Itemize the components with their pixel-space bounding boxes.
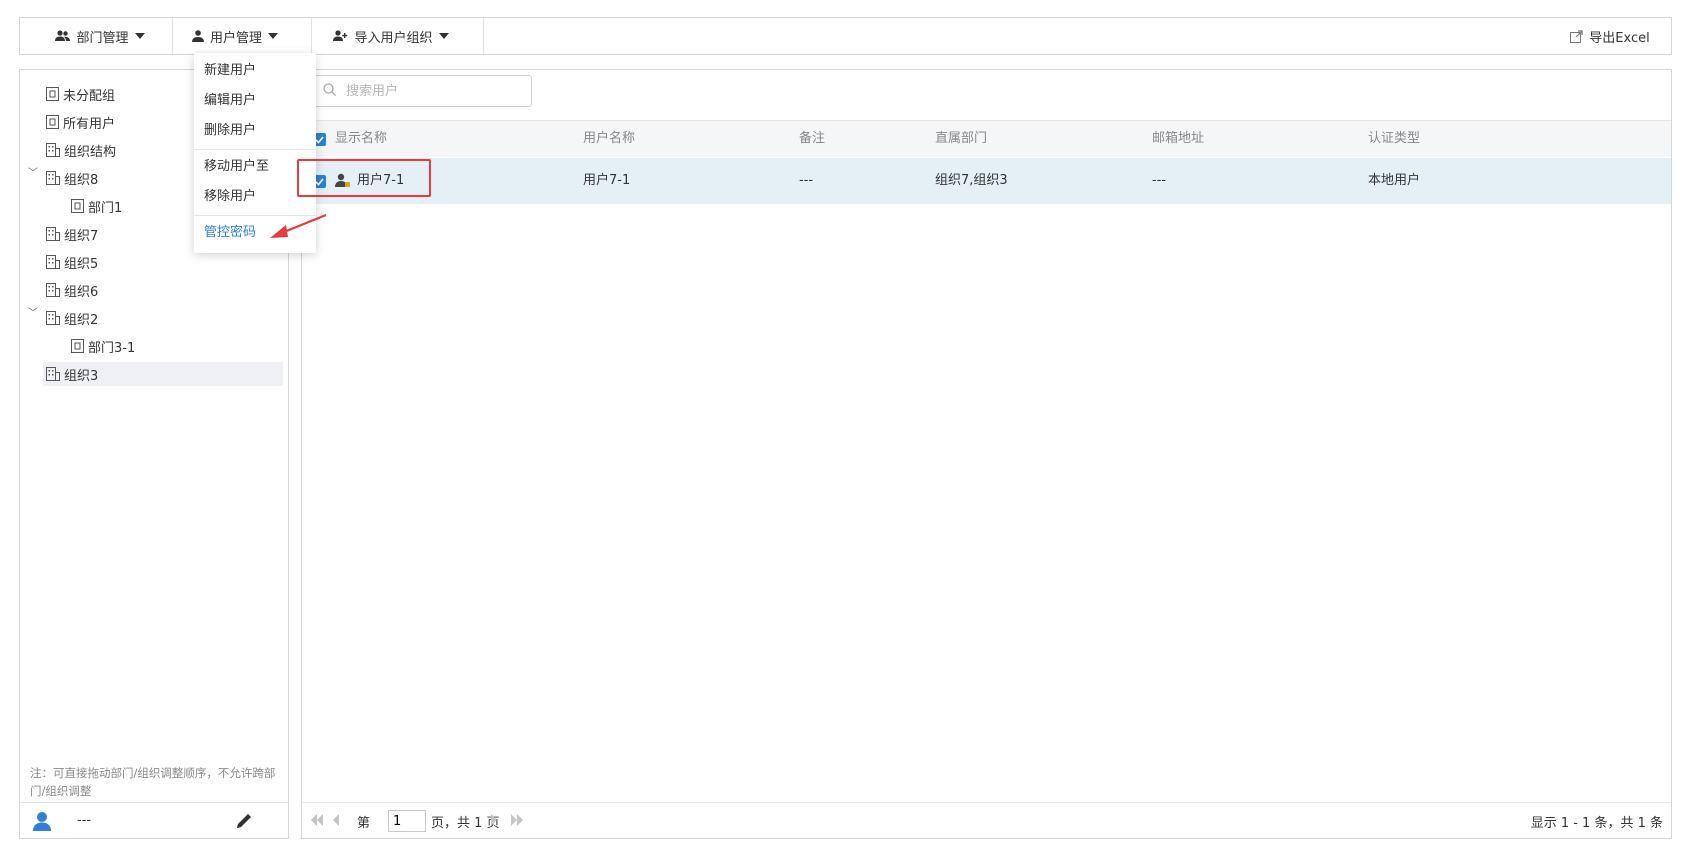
menu-item-remove-user[interactable]: 移除用户: [204, 182, 256, 212]
menu-item-control-password[interactable]: 管控密码: [204, 218, 256, 248]
column-header[interactable]: 邮箱地址: [1152, 121, 1204, 157]
menu-item-new-user[interactable]: 新建用户: [204, 56, 256, 86]
tree-item-org7[interactable]: 组织7: [46, 222, 98, 246]
tree-item-label: 组织8: [64, 172, 99, 188]
tree-item-label: 部门3-1: [88, 340, 136, 356]
tree-item-label: 组织6: [64, 284, 99, 300]
page-number-input[interactable]: [388, 810, 426, 832]
building-icon: [46, 311, 60, 325]
dept-manage-dropdown[interactable]: 部门管理: [40, 18, 160, 54]
tree-item-dept3-1[interactable]: 部门3-1: [71, 334, 135, 358]
tree-item-label: 部门1: [88, 200, 123, 216]
door-icon: [71, 199, 84, 213]
building-icon: [46, 171, 60, 185]
first-page-icon[interactable]: [310, 814, 324, 830]
table-row[interactable]: 用户7-1 用户7-1 --- 组织7,组织3 --- 本地用户: [302, 158, 1671, 204]
last-page-icon[interactable]: [510, 814, 524, 830]
import-user-org-dropdown[interactable]: 导入用户组织: [315, 18, 467, 54]
tree-item-org5[interactable]: 组织5: [46, 250, 98, 274]
building-icon: [46, 255, 60, 269]
cell-auth-type: 本地用户: [1368, 173, 1421, 188]
building-icon: [46, 143, 60, 157]
chevron-down-icon[interactable]: ﹀: [28, 304, 38, 319]
search-box[interactable]: [312, 75, 532, 107]
column-header[interactable]: 认证类型: [1368, 121, 1420, 157]
menu-item-move-user[interactable]: 移动用户至: [204, 152, 269, 182]
export-excel-button[interactable]: 导出Excel: [1560, 18, 1660, 54]
pagination-bar: 第 页，共 1 页 显示 1 - 1 条，共 1 条: [302, 802, 1671, 839]
door-icon: [71, 339, 84, 353]
building-icon: [46, 227, 60, 241]
drag-note: 注：可直接拖动部门/组织调整顺序，不允许跨部门/组织调整: [30, 766, 276, 798]
export-excel-label: 导出Excel: [1589, 30, 1650, 46]
user-manage-dropdown[interactable]: 用户管理: [175, 18, 295, 54]
column-header[interactable]: 用户名称: [583, 121, 635, 157]
tree-item-label: 组织5: [64, 256, 99, 272]
pencil-icon[interactable]: [236, 812, 253, 833]
import-user-org-label: 导入用户组织: [354, 30, 433, 46]
column-header[interactable]: 备注: [799, 121, 825, 157]
pager-summary: 显示 1 - 1 条，共 1 条: [1530, 816, 1663, 831]
tree-item-org6[interactable]: 组织6: [46, 278, 98, 302]
cell-email: ---: [1152, 173, 1167, 188]
annotation-highlight-box: [297, 159, 431, 197]
dept-manage-label: 部门管理: [76, 30, 129, 46]
search-input[interactable]: [344, 82, 518, 100]
chevron-down-icon[interactable]: ﹀: [28, 164, 38, 179]
current-user-name: ---: [77, 813, 92, 828]
caret-down-icon: [134, 33, 145, 39]
tree-item-unassigned[interactable]: 未分配组: [46, 82, 115, 106]
column-header[interactable]: 显示名称: [335, 121, 387, 157]
current-user-icon: [32, 811, 52, 835]
tree-item-org8[interactable]: 组织8: [46, 166, 98, 190]
tree-item-label: 组织2: [64, 312, 99, 328]
user-manage-label: 用户管理: [209, 30, 262, 46]
tree-item-dept1[interactable]: 部门1: [71, 194, 122, 218]
menu-item-edit-user[interactable]: 编辑用户: [204, 86, 256, 116]
building-icon: [46, 283, 60, 297]
next-page-icon[interactable]: [490, 814, 498, 830]
tree-item-label: 组织7: [64, 228, 99, 244]
table-header: 显示名称 用户名称 备注 直属部门 邮箱地址 认证类型: [302, 120, 1671, 157]
user-add-icon: [333, 30, 348, 42]
annotation-arrow-icon: [270, 213, 327, 238]
column-header[interactable]: 直属部门: [935, 121, 987, 157]
page-prefix: 第: [357, 816, 371, 831]
door-icon: [46, 87, 59, 101]
toolbar: 部门管理 用户管理 导入用户组织 导出Excel: [19, 17, 1672, 55]
cell-remark: ---: [799, 173, 814, 188]
export-icon: [1570, 29, 1583, 43]
tree-item-all-users[interactable]: 所有用户: [46, 110, 115, 134]
tree-item-label: 未分配组: [63, 88, 116, 104]
cell-department: 组织7,组织3: [935, 173, 1008, 188]
search-icon: [323, 82, 336, 100]
door-icon: [46, 115, 59, 129]
tree-item-label: 组织结构: [64, 144, 117, 160]
menu-divider: [194, 149, 316, 150]
cell-username: 用户7-1: [583, 173, 631, 188]
user-list-panel: 显示名称 用户名称 备注 直属部门 邮箱地址 认证类型 用户7-1 用户7-1 …: [301, 69, 1672, 839]
tree-item-org3[interactable]: 组织3: [43, 362, 283, 386]
caret-down-icon: [438, 33, 449, 39]
building-icon: [46, 367, 60, 381]
user-icon: [191, 30, 204, 42]
tree-item-org2[interactable]: 组织2: [46, 306, 98, 330]
prev-page-icon[interactable]: [332, 814, 340, 830]
menu-item-delete-user[interactable]: 删除用户: [204, 116, 256, 146]
tree-item-label: 所有用户: [63, 116, 116, 132]
users-icon: [55, 30, 71, 42]
left-footer: ---: [20, 802, 288, 839]
caret-down-icon: [268, 33, 278, 39]
tree-item-label: 组织3: [64, 368, 99, 384]
tree-item-org-structure[interactable]: 组织结构: [46, 138, 116, 162]
